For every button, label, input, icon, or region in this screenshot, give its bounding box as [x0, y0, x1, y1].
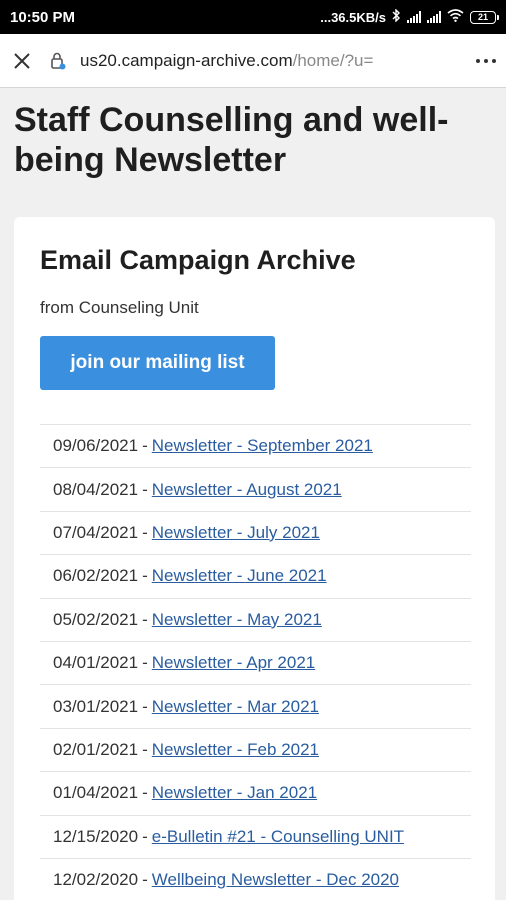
archive-date: 09/06/2021: [53, 436, 139, 456]
card-title: Email Campaign Archive: [40, 245, 356, 275]
archive-date: 12/15/2020: [53, 826, 139, 846]
archive-row: 03/01/2021- Newsletter - Mar 2021: [40, 684, 471, 727]
archive-row: 08/04/2021- Newsletter - August 2021: [40, 467, 471, 510]
archive-date: 07/04/2021: [53, 522, 139, 542]
archive-date: 02/01/2021: [53, 739, 139, 759]
bluetooth-icon: [392, 8, 401, 25]
archive-row: 02/01/2021- Newsletter - Feb 2021: [40, 727, 471, 771]
address-bar[interactable]: us20.campaign-archive.com/home/?u=: [72, 51, 466, 71]
separator: -: [142, 566, 148, 586]
archive-date: 12/02/2020: [53, 870, 139, 890]
from-text: from Counseling Unit: [40, 298, 199, 317]
wifi-icon: [447, 9, 464, 25]
separator: -: [142, 522, 148, 542]
page-content: Staff Counselling and well-being Newslet…: [0, 88, 506, 900]
archive-link[interactable]: Wellbeing Newsletter - Dec 2020: [152, 870, 399, 890]
separator: -: [142, 696, 148, 716]
archive-link[interactable]: e-Bulletin #21 - Counselling UNIT: [152, 827, 404, 847]
page-title: Staff Counselling and well-being Newslet…: [14, 101, 449, 179]
separator: -: [142, 826, 148, 846]
archive-date: 01/04/2021: [53, 783, 139, 803]
separator: -: [142, 783, 148, 803]
separator: -: [142, 870, 148, 890]
separator: -: [142, 609, 148, 629]
net-speed: ...36.5KB/s: [320, 9, 386, 25]
close-icon[interactable]: [0, 34, 44, 88]
archive-date: 05/02/2021: [53, 609, 139, 629]
archive-link[interactable]: Newsletter - August 2021: [152, 480, 342, 500]
archive-date: 03/01/2021: [53, 696, 139, 716]
signal-icon-2: [427, 11, 441, 23]
archive-row: 09/06/2021- Newsletter - September 2021: [40, 424, 471, 467]
archive-row: 12/02/2020- Wellbeing Newsletter - Dec 20…: [40, 857, 471, 900]
archive-link[interactable]: Newsletter - September 2021: [152, 436, 373, 456]
archive-date: 06/02/2021: [53, 566, 139, 586]
archive-link[interactable]: Newsletter - July 2021: [152, 523, 320, 543]
status-bar: 10:50 PM ...36.5KB/s 21: [0, 0, 506, 34]
url-host: us20.campaign-archive.com: [80, 50, 293, 70]
separator: -: [142, 436, 148, 456]
more-vert-icon[interactable]: [466, 58, 506, 64]
url-path: /home/?u=: [292, 50, 374, 70]
archive-row: 01/04/2021- Newsletter - Jan 2021: [40, 771, 471, 814]
archive-date: 04/01/2021: [53, 653, 139, 673]
status-time: 10:50 PM: [10, 8, 76, 26]
lock-icon[interactable]: [44, 34, 72, 88]
signal-icon: [407, 11, 421, 23]
separator: -: [142, 479, 148, 499]
archive-row: 04/01/2021- Newsletter - Apr 2021: [40, 640, 471, 684]
archive-link[interactable]: Newsletter - June 2021: [152, 566, 327, 586]
separator: -: [142, 653, 148, 673]
archive-date: 08/04/2021: [53, 479, 139, 499]
archive-row: 12/15/2020- e-Bulletin #21 - Counselling …: [40, 814, 471, 858]
archive-link[interactable]: Newsletter - Jan 2021: [152, 783, 317, 803]
status-icons: ...36.5KB/s 21: [320, 8, 499, 25]
join-mailing-list-button[interactable]: join our mailing list: [40, 336, 275, 390]
archive-link[interactable]: Newsletter - May 2021: [152, 610, 322, 630]
separator: -: [142, 739, 148, 759]
browser-toolbar: us20.campaign-archive.com/home/?u=: [0, 34, 506, 88]
archive-link[interactable]: Newsletter - Apr 2021: [152, 653, 315, 673]
archive-link[interactable]: Newsletter - Mar 2021: [152, 697, 319, 717]
archive-row: 07/04/2021- Newsletter - July 2021: [40, 510, 471, 554]
archive-link[interactable]: Newsletter - Feb 2021: [152, 740, 319, 760]
battery-icon: 21: [470, 10, 499, 24]
archive-row: 06/02/2021- Newsletter - June 2021: [40, 554, 471, 597]
archive-card: Email Campaign Archive from Counseling U…: [14, 217, 495, 900]
archive-list: 09/06/2021- Newsletter - September 2021 08…: [40, 424, 471, 900]
archive-row: 05/02/2021- Newsletter - May 2021: [40, 597, 471, 641]
